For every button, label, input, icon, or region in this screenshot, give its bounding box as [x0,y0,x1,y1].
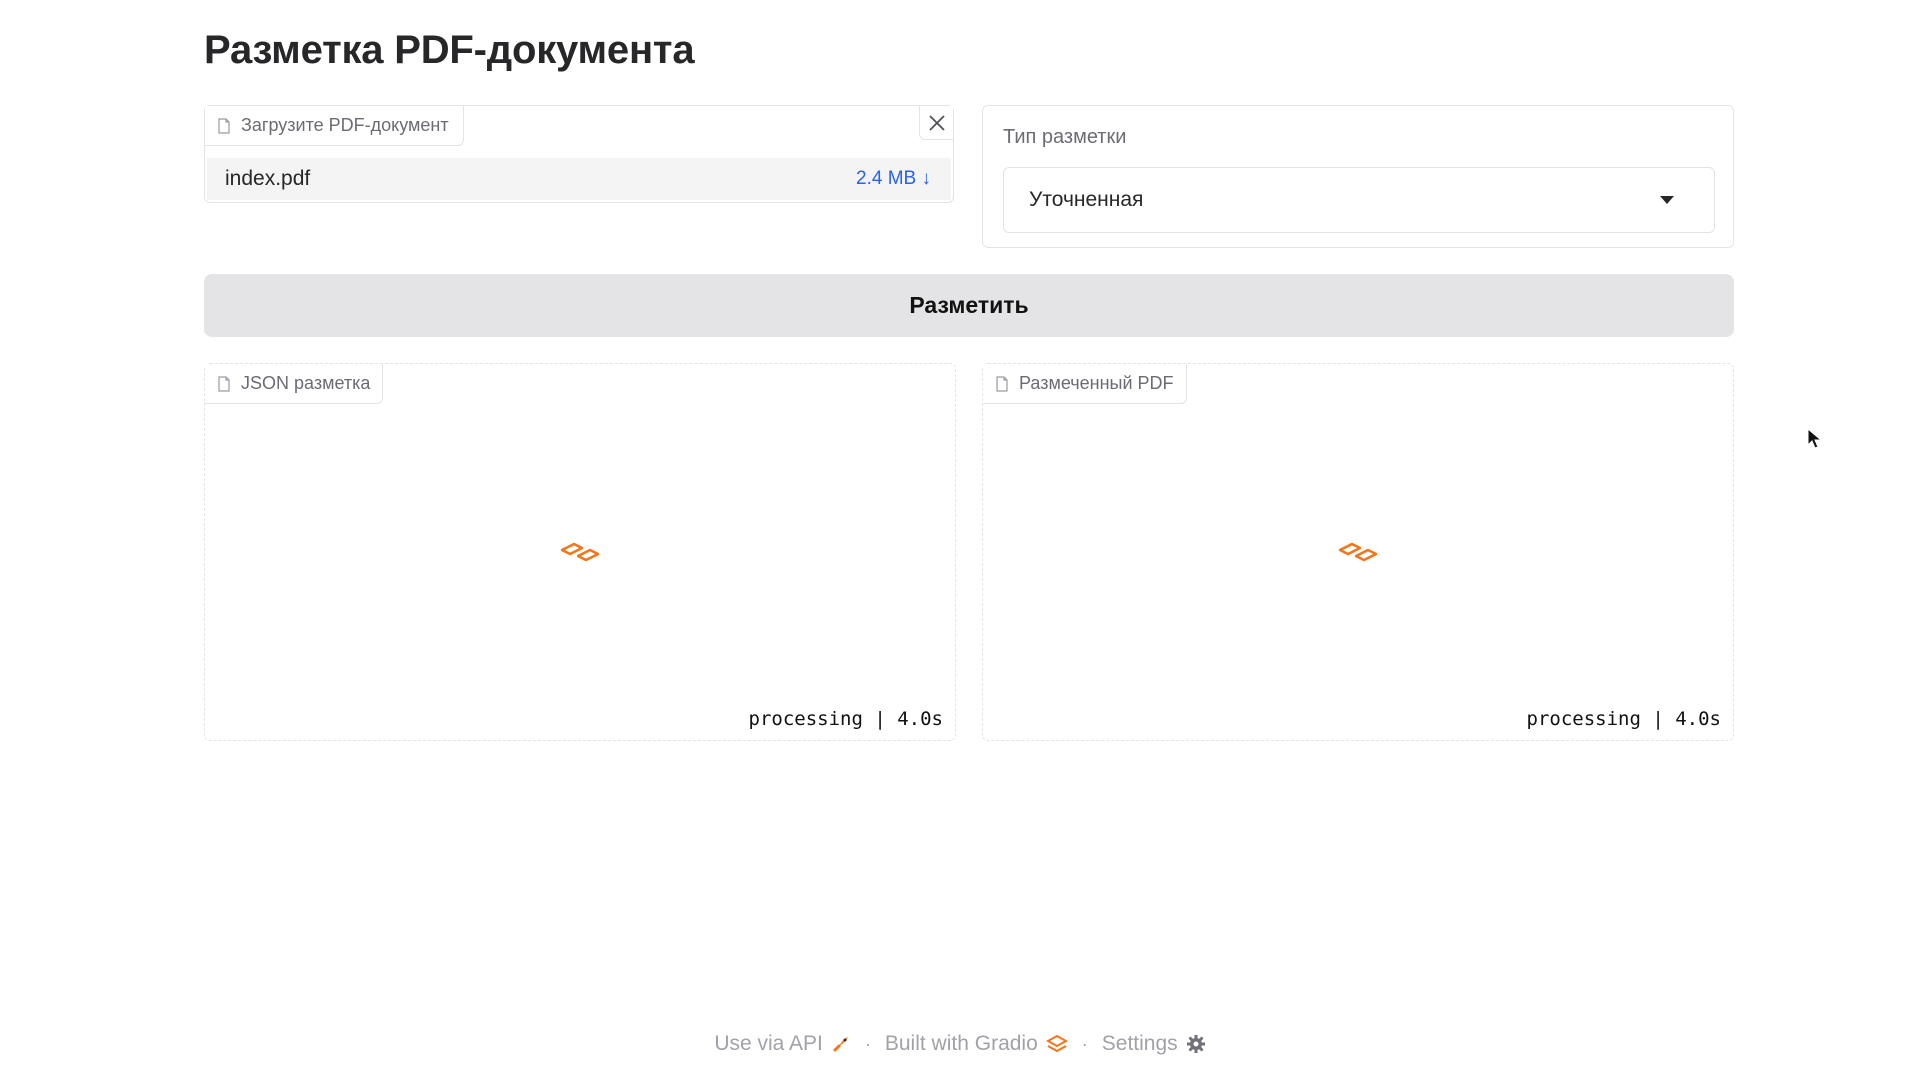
markup-type-dropdown[interactable]: Уточненная [1003,167,1715,233]
file-download-link[interactable]: 2.4 MB ↓ [856,168,931,190]
caret-down-icon [1660,196,1674,204]
settings-link[interactable]: Settings [1102,1032,1206,1056]
settings-text: Settings [1101,1032,1178,1055]
rocket-icon [833,1037,848,1052]
pdf-output-block: Размеченный PDF processing | 4.0s [982,363,1734,741]
file-icon [218,117,230,134]
pdf-output-label: Размеченный PDF [983,364,1187,404]
pdf-progress-status: processing | 4.0s [1526,708,1721,730]
json-progress-status: processing | 4.0s [748,708,943,730]
file-icon [996,375,1008,392]
footer-separator: · [864,1033,871,1054]
clear-file-button[interactable] [919,106,953,140]
loading-spinner-icon [560,542,600,562]
uploaded-file-row: index.pdf 2.4 MB ↓ [207,158,951,200]
use-via-api-text: Use via API [714,1032,823,1055]
built-with-gradio-link[interactable]: Built with Gradio [885,1032,1068,1056]
close-icon [928,114,945,131]
json-output-label: JSON разметка [205,364,384,404]
file-name: index.pdf [225,167,311,190]
mouse-cursor-icon [1807,428,1823,449]
upload-label: Загрузите PDF-документ [205,106,464,146]
markup-type-value: Уточненная [1029,188,1144,211]
gradio-logo-icon [1045,1034,1068,1053]
built-with-gradio-text: Built with Gradio [884,1032,1038,1055]
markup-type-block: Тип разметки Уточненная [982,105,1734,248]
json-output-label-text: JSON разметка [241,373,371,393]
app-page: Разметка PDF-документа Загрузите PDF-док… [0,0,1920,1080]
file-upload-block[interactable]: Загрузите PDF-документ index.pdf 2.4 MB … [204,105,954,203]
loading-spinner-icon [1338,542,1378,562]
footer-separator: · [1081,1033,1088,1054]
json-output-block: JSON разметка processing | 4.0s [204,363,956,741]
footer: Use via API · Built with Gradio · Settin… [0,1032,1920,1056]
use-via-api-link[interactable]: Use via API [714,1032,851,1056]
file-icon [218,375,230,392]
markup-type-label: Тип разметки [1003,126,1127,148]
upload-label-text: Загрузите PDF-документ [241,115,449,135]
run-markup-button[interactable]: Разметить [204,274,1734,337]
gear-icon [1186,1035,1205,1053]
pdf-output-label-text: Размеченный PDF [1019,373,1174,393]
page-title: Разметка PDF-документа [204,28,695,72]
